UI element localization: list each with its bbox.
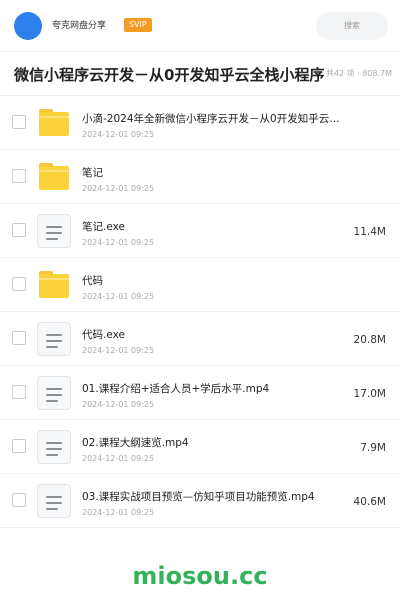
select-checkbox[interactable] xyxy=(12,277,26,291)
select-checkbox[interactable] xyxy=(12,385,26,399)
file-date: 2024-12-01 09:25 xyxy=(82,184,155,193)
file-name[interactable]: 代码.exe xyxy=(82,327,344,342)
folder-icon xyxy=(37,106,71,140)
file-row[interactable]: 01.课程介绍+适合人员+学后水平.mp4 2024-12-01 09:25 17.… xyxy=(0,366,400,420)
file-date: 2024-12-01 09:25 xyxy=(82,454,155,463)
file-size: 7.9M xyxy=(360,442,386,454)
file-list: 小滴-2024年全新微信小程序云开发－从0开发知乎云全栈小程序 2024-12-0… xyxy=(0,96,400,528)
watermark: miosou.cc xyxy=(132,562,268,590)
select-checkbox[interactable] xyxy=(12,331,26,345)
folder-header: 微信小程序云开发－从0开发知乎云全栈小程序 共42 项 · 808.7M xyxy=(0,52,400,96)
file-date: 2024-12-01 09:25 xyxy=(82,130,155,139)
file-name[interactable]: 笔记 xyxy=(82,165,344,180)
file-size: 20.8M xyxy=(353,334,386,346)
file-size: 40.6M xyxy=(353,496,386,508)
svip-badge: SVIP xyxy=(124,18,152,32)
file-date: 2024-12-01 09:25 xyxy=(82,508,155,517)
select-checkbox[interactable] xyxy=(12,115,26,129)
file-icon xyxy=(37,430,71,464)
file-row[interactable]: 笔记 2024-12-01 09:25 xyxy=(0,150,400,204)
file-row[interactable]: 02.课程大纲速览.mp4 2024-12-01 09:25 7.9M xyxy=(0,420,400,474)
folder-icon xyxy=(37,160,71,194)
folder-meta: 共42 项 · 808.7M xyxy=(325,68,392,79)
search-button[interactable]: 搜索 xyxy=(316,12,388,40)
file-date: 2024-12-01 09:25 xyxy=(82,238,155,247)
file-date: 2024-12-01 09:25 xyxy=(82,346,155,355)
folder-icon xyxy=(37,268,71,302)
select-checkbox[interactable] xyxy=(12,493,26,507)
file-icon xyxy=(37,484,71,518)
file-row[interactable]: 代码 2024-12-01 09:25 xyxy=(0,258,400,312)
file-name[interactable]: 笔记.exe xyxy=(82,219,344,234)
select-checkbox[interactable] xyxy=(12,439,26,453)
share-title: 夸克网盘分享 xyxy=(52,21,107,31)
select-checkbox[interactable] xyxy=(12,169,26,183)
top-bar: 夸克网盘分享 SVIP 搜索 xyxy=(0,0,400,52)
select-checkbox[interactable] xyxy=(12,223,26,237)
page-title: 微信小程序云开发－从0开发知乎云全栈小程序 xyxy=(14,66,325,84)
file-size: 11.4M xyxy=(353,226,386,238)
file-date: 2024-12-01 09:25 xyxy=(82,292,155,301)
avatar[interactable] xyxy=(14,12,42,40)
file-name[interactable]: 代码 xyxy=(82,273,344,288)
file-name[interactable]: 01.课程介绍+适合人员+学后水平.mp4 xyxy=(82,381,344,396)
file-name[interactable]: 03.课程实战项目预览—仿知乎项目功能预览.mp4 xyxy=(82,489,344,504)
file-row[interactable]: 笔记.exe 2024-12-01 09:25 11.4M xyxy=(0,204,400,258)
file-icon xyxy=(37,214,71,248)
file-row[interactable]: 03.课程实战项目预览—仿知乎项目功能预览.mp4 2024-12-01 09:2… xyxy=(0,474,400,528)
file-name[interactable]: 02.课程大纲速览.mp4 xyxy=(82,435,344,450)
file-size: 17.0M xyxy=(353,388,386,400)
file-icon xyxy=(37,322,71,356)
file-row[interactable]: 代码.exe 2024-12-01 09:25 20.8M xyxy=(0,312,400,366)
file-row[interactable]: 小滴-2024年全新微信小程序云开发－从0开发知乎云全栈小程序 2024-12-0… xyxy=(0,96,400,150)
file-icon xyxy=(37,376,71,410)
file-name[interactable]: 小滴-2024年全新微信小程序云开发－从0开发知乎云全栈小程序 xyxy=(82,111,344,126)
file-date: 2024-12-01 09:25 xyxy=(82,400,155,409)
